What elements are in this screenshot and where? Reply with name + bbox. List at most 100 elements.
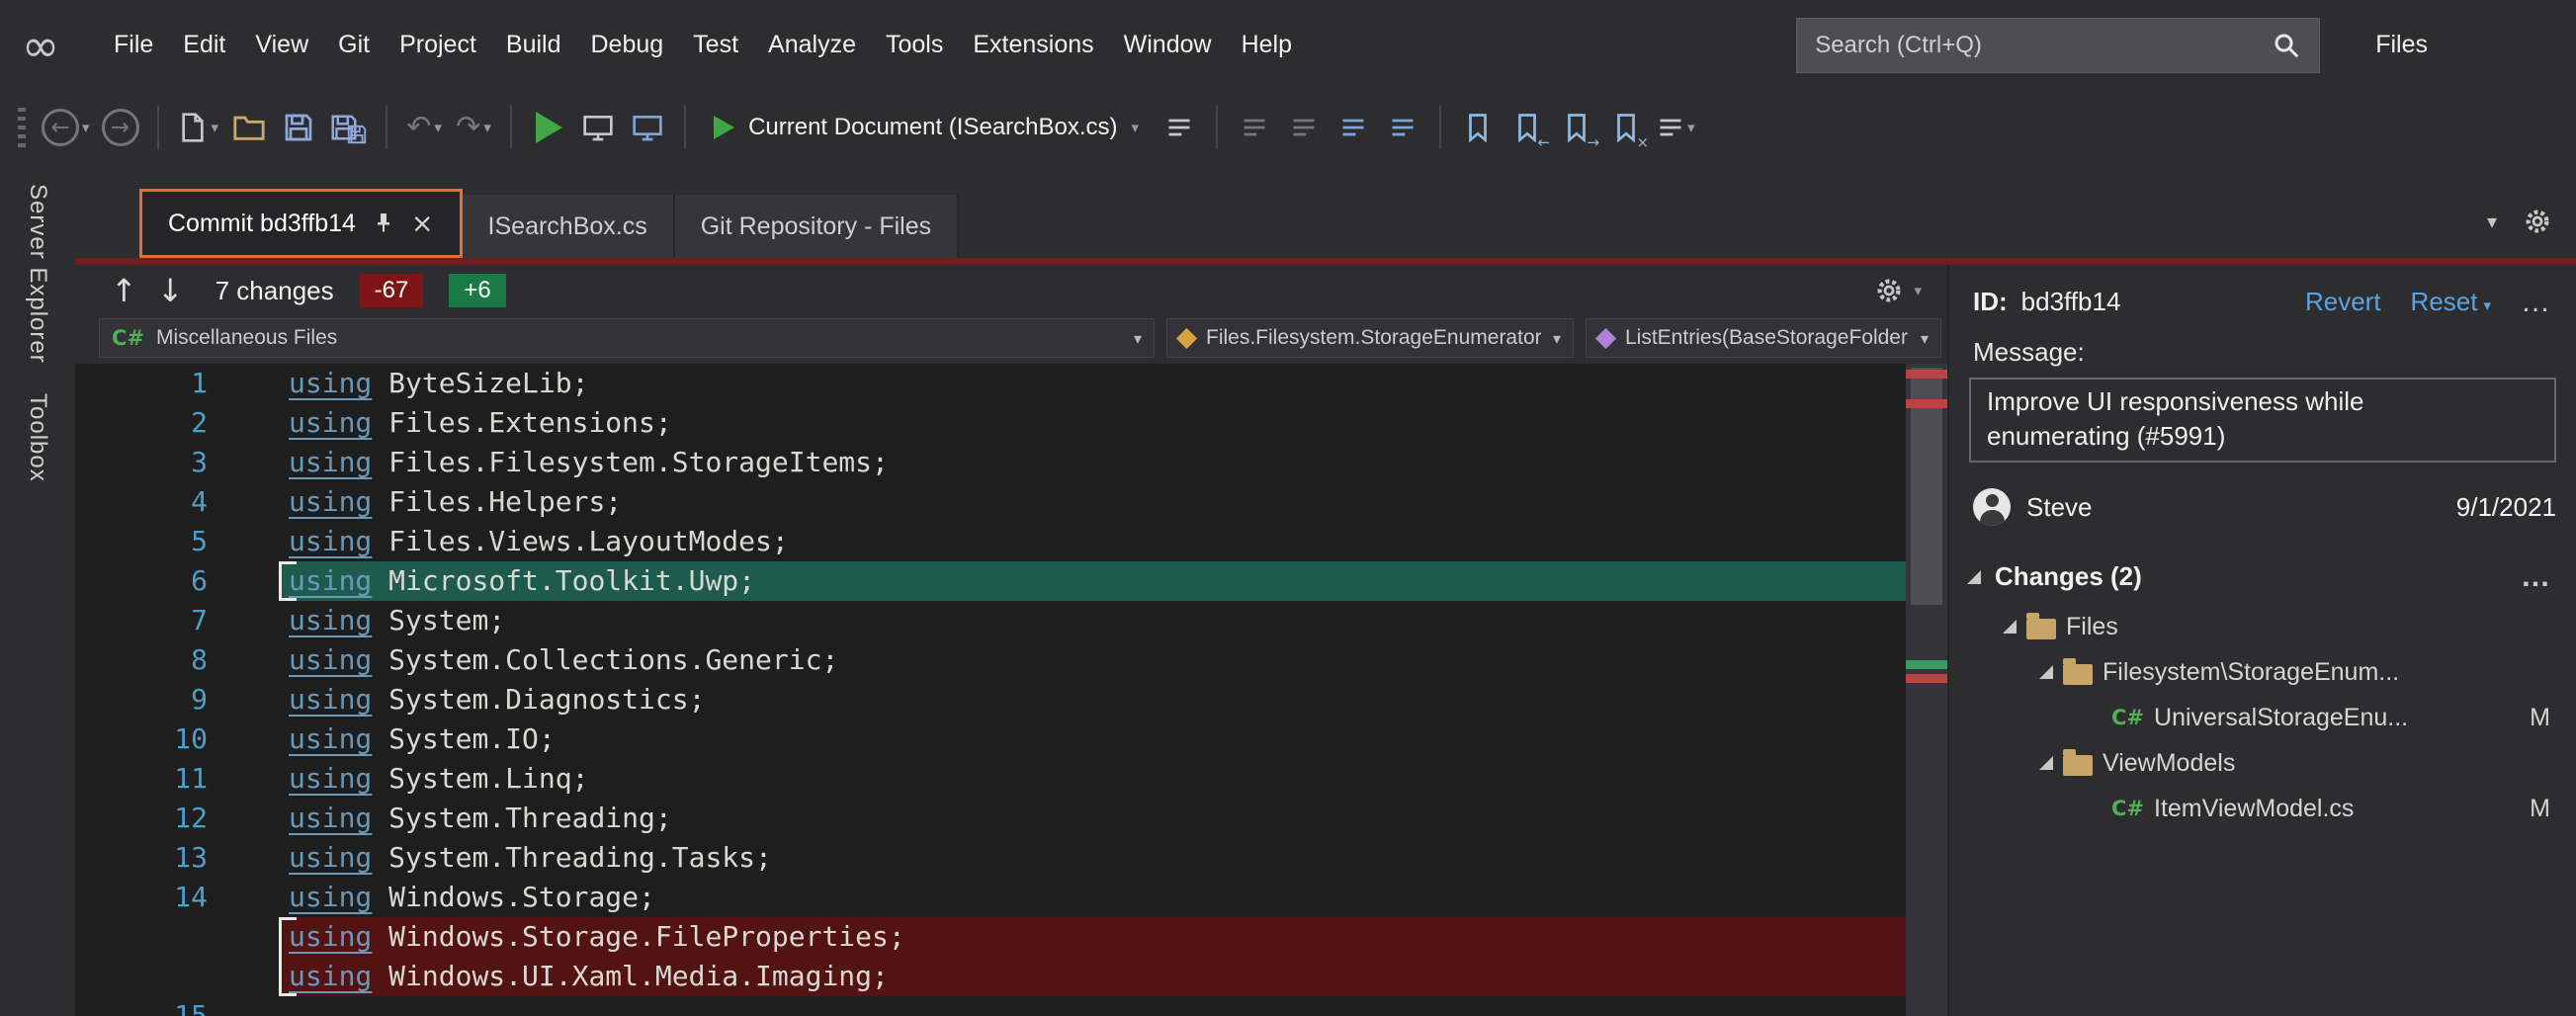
tree-item-itemviewmodel-cs[interactable]: C# ItemViewModel.cs M (1949, 786, 2576, 831)
diff-editor[interactable]: 1 using ByteSizeLib; 2 using Files.Extensio… (75, 364, 1947, 1016)
commit-header: ID: bd3ffb14 Revert Reset ▾ … (1949, 265, 2576, 317)
increase-indent-button[interactable] (1380, 100, 1425, 155)
caret-down-icon: ▾ (2483, 296, 2491, 314)
redo-button[interactable]: ↷ ▾ (451, 100, 496, 155)
tree-item-files[interactable]: Files (1949, 604, 2576, 649)
member-dropdown[interactable]: ListEntries(BaseStorageFolder rootFolc ▾ (1586, 318, 1941, 358)
menu-view[interactable]: View (240, 31, 323, 59)
toolbar-separator (156, 105, 159, 149)
tree-item-filesystem-storageenum[interactable]: Filesystem\StorageEnum... (1949, 649, 2576, 695)
hot-reload-button[interactable] (1157, 100, 1202, 155)
keyword: using (289, 881, 373, 913)
tab-git-repository[interactable]: Git Repository - Files (674, 195, 960, 258)
previous-bookmark-button[interactable]: ← (1504, 100, 1550, 155)
sidebar-tab-toolbox[interactable]: Toolbox (24, 393, 51, 482)
debug-target-button[interactable]: Current Document (ISearchBox.cs) ▾ (700, 114, 1153, 141)
bookmark-window-button[interactable]: ▾ (1653, 100, 1699, 155)
clear-bookmarks-button[interactable]: × (1603, 100, 1649, 155)
search-input[interactable] (1815, 31, 2273, 59)
attach-to-process-button[interactable] (575, 100, 621, 155)
code-line-removed[interactable]: using Windows.UI.Xaml.Media.Imaging; (75, 957, 1906, 996)
modified-badge: M (2530, 703, 2550, 731)
menu-tools[interactable]: Tools (871, 31, 958, 59)
undo-button[interactable]: ↶ ▾ (401, 100, 447, 155)
decrease-indent-button[interactable] (1331, 100, 1376, 155)
save-button[interactable] (276, 100, 321, 155)
menu-git[interactable]: Git (323, 31, 385, 59)
search-box[interactable] (1796, 17, 2321, 73)
code-line-12[interactable]: 12 using System.Threading; (75, 799, 1906, 838)
start-button[interactable] (526, 100, 571, 155)
expanded-icon[interactable] (2039, 665, 2053, 679)
line-number (75, 957, 223, 996)
diff-change-marker (1906, 370, 1947, 379)
code-line-7[interactable]: 7 using System; (75, 601, 1906, 640)
code-line-9[interactable]: 9 using System.Diagnostics; (75, 680, 1906, 720)
code-line-1[interactable]: 1 using ByteSizeLib; (75, 364, 1906, 403)
collapse-icon[interactable] (1967, 569, 1981, 584)
code-line-removed[interactable]: using Windows.Storage.FileProperties; (75, 917, 1906, 957)
close-icon[interactable]: × (411, 211, 434, 237)
browser-preview-button[interactable] (625, 100, 670, 155)
folder-icon (2063, 657, 2093, 685)
code-line-2[interactable]: 2 using Files.Extensions; (75, 403, 1906, 443)
tab-settings-gear-button[interactable] (2523, 207, 2552, 236)
changes-more-button[interactable]: … (2521, 562, 2552, 592)
changes-header[interactable]: Changes (2) … (1949, 526, 2576, 592)
project-dropdown[interactable]: C# Miscellaneous Files ▾ (99, 318, 1155, 358)
commit-message-box[interactable]: Improve UI responsiveness while enumerat… (1969, 378, 2556, 463)
toolbar-grip[interactable] (18, 107, 26, 147)
expanded-icon[interactable] (2039, 756, 2053, 770)
editor-scrollbar[interactable] (1906, 364, 1947, 1016)
toggle-bookmark-button[interactable] (1455, 100, 1501, 155)
menu-extensions[interactable]: Extensions (958, 31, 1108, 59)
menu-build[interactable]: Build (491, 31, 576, 59)
code-line-3[interactable]: 3 using Files.Filesystem.StorageItems; (75, 443, 1906, 482)
code-rest: Windows.Storage; (372, 881, 655, 913)
code-line-6[interactable]: 6 using Microsoft.Toolkit.Uwp; (75, 561, 1906, 601)
comment-selection-button[interactable] (1232, 100, 1277, 155)
navigate-backward-button[interactable]: ← ▾ (38, 100, 94, 155)
menu-window[interactable]: Window (1109, 31, 1227, 59)
code-line-14[interactable]: 14 using Windows.Storage; (75, 878, 1906, 917)
next-change-button[interactable]: ↓ (157, 275, 184, 306)
code-line-8[interactable]: 8 using System.Collections.Generic; (75, 640, 1906, 680)
line-number: 11 (174, 762, 208, 795)
code-line-11[interactable]: 11 using System.Linq; (75, 759, 1906, 799)
uncomment-selection-button[interactable] (1281, 100, 1327, 155)
hidden-tabs-caret-button[interactable]: ▾ (2487, 210, 2497, 233)
tree-item-universalstorageenu[interactable]: C# UniversalStorageEnu... M (1949, 695, 2576, 740)
code-line-10[interactable]: 10 using System.IO; (75, 720, 1906, 759)
commit-actions-more-button[interactable]: … (2521, 288, 2552, 317)
code-line-4[interactable]: 4 using Files.Helpers; (75, 482, 1906, 522)
expanded-icon[interactable] (2003, 620, 2017, 634)
revert-button[interactable]: Revert (2305, 287, 2381, 317)
code-line-5[interactable]: 5 using Files.Views.LayoutModes; (75, 522, 1906, 561)
tree-item-viewmodels[interactable]: ViewModels (1949, 740, 2576, 786)
menu-edit[interactable]: Edit (168, 31, 240, 59)
reset-button[interactable]: Reset ▾ (2411, 287, 2491, 317)
class-dropdown[interactable]: Files.Filesystem.StorageEnumerators.U ▾ (1166, 318, 1574, 358)
menu-debug[interactable]: Debug (576, 31, 679, 59)
menu-test[interactable]: Test (678, 31, 753, 59)
menu-file[interactable]: File (99, 31, 168, 59)
line-number: 9 (191, 683, 208, 716)
sidebar-tab-server-explorer[interactable]: Server Explorer (24, 184, 51, 364)
menu-project[interactable]: Project (385, 31, 491, 59)
new-item-button[interactable]: ▾ (173, 100, 223, 155)
previous-change-button[interactable]: ↑ (111, 275, 137, 306)
tab-isearchbox[interactable]: ISearchBox.cs (462, 195, 675, 258)
menu-analyze[interactable]: Analyze (753, 31, 871, 59)
tab-commit[interactable]: Commit bd3ffb14 × (139, 189, 463, 258)
code-line-13[interactable]: 13 using System.Threading.Tasks; (75, 838, 1906, 878)
diff-settings-button[interactable]: ▾ (1874, 276, 1922, 305)
navigate-forward-button[interactable]: → (98, 100, 143, 155)
code-area[interactable]: 1 using ByteSizeLib; 2 using Files.Extensio… (75, 364, 1906, 1016)
menu-help[interactable]: Help (1227, 31, 1307, 59)
pin-icon[interactable] (372, 212, 395, 235)
code-line-15[interactable]: 15 (75, 996, 1906, 1016)
next-bookmark-button[interactable]: → (1554, 100, 1599, 155)
save-all-button[interactable] (325, 100, 372, 155)
open-file-button[interactable] (226, 100, 272, 155)
